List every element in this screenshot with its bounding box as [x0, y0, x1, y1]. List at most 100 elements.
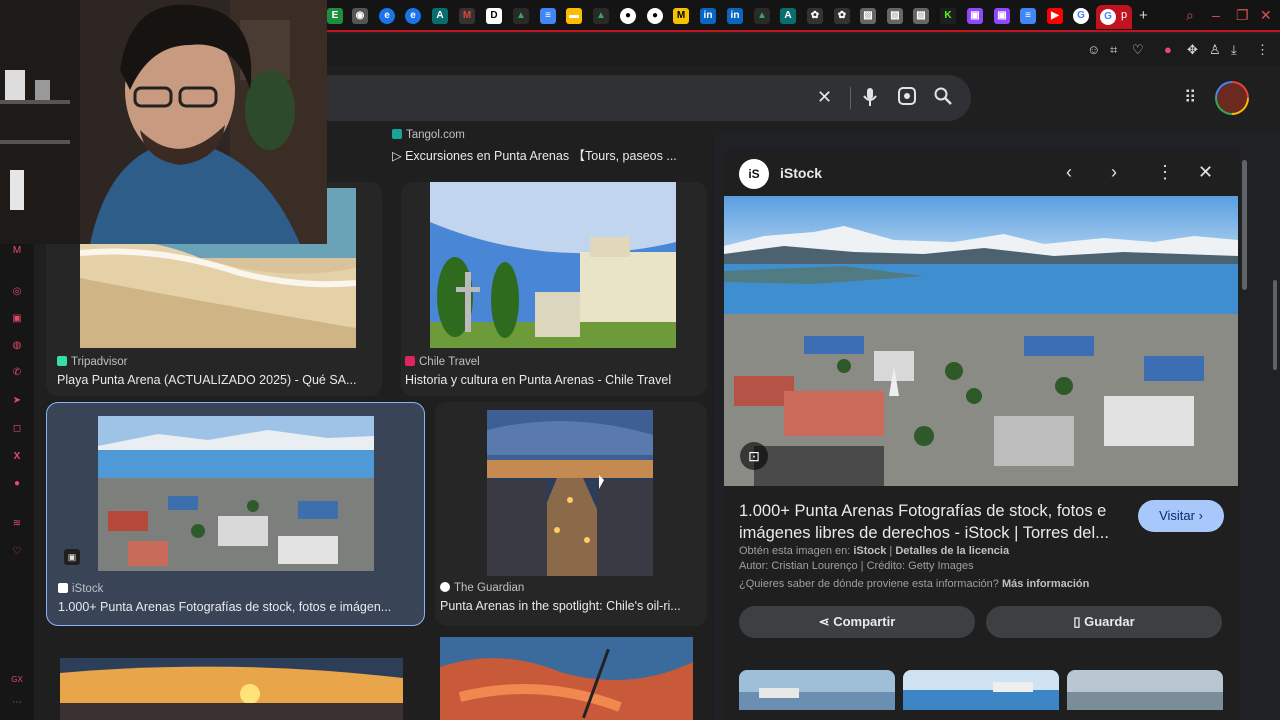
- search-icon[interactable]: [934, 87, 952, 110]
- tab-favicon[interactable]: M: [673, 8, 689, 24]
- related-thumbnail[interactable]: [903, 670, 1059, 710]
- tab-favicon[interactable]: ▣: [994, 8, 1010, 24]
- share-icon: ⋖: [818, 614, 834, 629]
- tab-favicon[interactable]: ▲: [593, 8, 609, 24]
- tab-favicon[interactable]: ▨: [913, 8, 929, 24]
- tab-favicon[interactable]: ▨: [860, 8, 876, 24]
- chile-travel-icon: [405, 356, 415, 366]
- extension-icon[interactable]: ●: [10, 477, 24, 491]
- source-label: The Guardian: [454, 582, 525, 594]
- save-button[interactable]: ▯ Guardar: [986, 606, 1222, 638]
- chevron-right-icon[interactable]: ›: [1111, 162, 1117, 183]
- twitch-icon[interactable]: ▣: [10, 312, 24, 326]
- microphone-icon[interactable]: [863, 87, 877, 112]
- x-icon[interactable]: X: [10, 450, 24, 464]
- spotify-icon[interactable]: ≋: [10, 517, 24, 531]
- related-thumbnail[interactable]: [1067, 670, 1223, 710]
- telegram-icon[interactable]: ➤: [10, 394, 24, 408]
- emoji-icon[interactable]: ☺: [1087, 42, 1100, 57]
- result-title[interactable]: ▷ Excursiones en Punta Arenas 【Tours, pa…: [392, 145, 702, 164]
- result-card-selected[interactable]: ▣ iStock 1.000+ Punta Arenas Fotografías…: [46, 402, 425, 626]
- result-card[interactable]: Chile Travel Historia y cultura en Punta…: [401, 182, 707, 396]
- related-thumbnail[interactable]: [739, 670, 895, 710]
- tab-favicon[interactable]: ▣: [967, 8, 983, 24]
- tab-favicon[interactable]: M: [459, 8, 475, 24]
- tab-favicon[interactable]: E: [327, 8, 343, 24]
- result-card[interactable]: The Guardian Punta Arenas in the spotlig…: [435, 402, 707, 626]
- close-icon[interactable]: ✕: [1198, 162, 1213, 183]
- app-icon[interactable]: ◎: [10, 285, 24, 299]
- puzzle-icon[interactable]: ✥: [1187, 42, 1198, 58]
- search-input[interactable]: ✕: [294, 75, 971, 121]
- more-icon[interactable]: ⋯: [10, 696, 24, 710]
- visit-button[interactable]: Visitar ›: [1138, 500, 1224, 532]
- tab-favicon[interactable]: ◉: [352, 8, 368, 24]
- result-source: The Guardian: [440, 582, 524, 594]
- preview-image[interactable]: ⊡: [724, 196, 1238, 486]
- whatsapp-icon[interactable]: ✆: [10, 366, 24, 380]
- mail-icon[interactable]: M: [10, 244, 24, 258]
- close-window-icon[interactable]: ✕: [1260, 7, 1272, 24]
- tab-favicon[interactable]: D: [486, 8, 502, 24]
- tab-favicon[interactable]: ≡: [1020, 8, 1036, 24]
- get-image-source[interactable]: iStock: [853, 545, 886, 557]
- active-tab[interactable]: G p: [1096, 5, 1132, 29]
- tab-favicon[interactable]: ●: [620, 8, 636, 24]
- cemetery-thumbnail: [430, 182, 676, 348]
- tab-favicon[interactable]: ▲: [754, 8, 770, 24]
- mouse-cursor-icon: [599, 475, 604, 489]
- apps-grid-icon[interactable]: ⠿: [1184, 88, 1196, 108]
- tab-favicon[interactable]: A: [780, 8, 796, 24]
- profile-icon[interactable]: ♙: [1209, 42, 1221, 58]
- tab-favicon[interactable]: ✿: [807, 8, 823, 24]
- tab-favicon[interactable]: ≡: [540, 8, 556, 24]
- license-link[interactable]: Detalles de la licencia: [895, 545, 1009, 557]
- source-label: Tangol.com: [406, 129, 465, 141]
- search-tabs-icon[interactable]: ⌕: [1186, 7, 1194, 24]
- tab-favicon[interactable]: ▲: [513, 8, 529, 24]
- bookmark-icon: ▯: [1073, 614, 1085, 629]
- tab-favicon[interactable]: G: [1073, 8, 1089, 24]
- tab-favicon[interactable]: in: [727, 8, 743, 24]
- close-icon[interactable]: ✕: [817, 87, 832, 108]
- panel-scrollbar[interactable]: [1242, 160, 1247, 290]
- crop-icon[interactable]: ⌗: [1110, 42, 1117, 58]
- more-vert-icon[interactable]: ⋮: [1156, 162, 1174, 183]
- tab-favicon[interactable]: K: [940, 8, 956, 24]
- lens-search-icon[interactable]: ⊡: [740, 442, 768, 470]
- maximize-icon[interactable]: ❐: [1236, 7, 1249, 24]
- tab-favicon[interactable]: ●: [647, 8, 663, 24]
- tab-favicon[interactable]: e: [379, 8, 395, 24]
- new-tab-icon[interactable]: +: [1139, 7, 1148, 24]
- more-info-link[interactable]: Más información: [1002, 578, 1089, 590]
- tab-favicon[interactable]: ✿: [834, 8, 850, 24]
- download-icon[interactable]: ⤓: [1231, 42, 1237, 58]
- instagram-icon[interactable]: ◻: [10, 422, 24, 436]
- minimize-icon[interactable]: –: [1212, 7, 1220, 23]
- menu-icon[interactable]: ⋮: [1256, 42, 1269, 58]
- red-sky-thumbnail[interactable]: [440, 637, 693, 720]
- image-icon: ▣: [64, 549, 80, 565]
- heart-icon[interactable]: ♡: [1132, 42, 1144, 58]
- punta-arenas-thumbnail: [98, 416, 374, 571]
- avatar[interactable]: [1215, 81, 1249, 115]
- page-scrollbar[interactable]: [1273, 280, 1277, 370]
- messenger-icon[interactable]: ◍: [10, 339, 24, 353]
- tab-favicon[interactable]: ▨: [887, 8, 903, 24]
- gx-icon[interactable]: GX: [10, 673, 24, 687]
- heart-icon[interactable]: ♡: [10, 545, 24, 559]
- tab-favicon[interactable]: ▶: [1047, 8, 1063, 24]
- extension-icon[interactable]: ●: [1164, 42, 1172, 57]
- tab-favicon[interactable]: e: [405, 8, 421, 24]
- lens-icon[interactable]: [898, 87, 916, 110]
- tab-favicon[interactable]: in: [700, 8, 716, 24]
- image-preview-panel: iS iStock ‹ › ⋮ ✕ ⊡ 1.000+ Punta Arenas …: [724, 150, 1240, 720]
- share-button[interactable]: ⋖ Compartir: [739, 606, 975, 638]
- result-title: 1.000+ Punta Arenas Fotografías de stock…: [58, 600, 392, 614]
- tab-favicon[interactable]: ▬: [566, 8, 582, 24]
- sunset-thumbnail[interactable]: [60, 658, 403, 720]
- chevron-left-icon[interactable]: ‹: [1066, 162, 1072, 183]
- preview-title[interactable]: 1.000+ Punta Arenas Fotografías de stock…: [739, 500, 1119, 544]
- tab-favicon[interactable]: A: [432, 8, 448, 24]
- divider: [850, 87, 851, 109]
